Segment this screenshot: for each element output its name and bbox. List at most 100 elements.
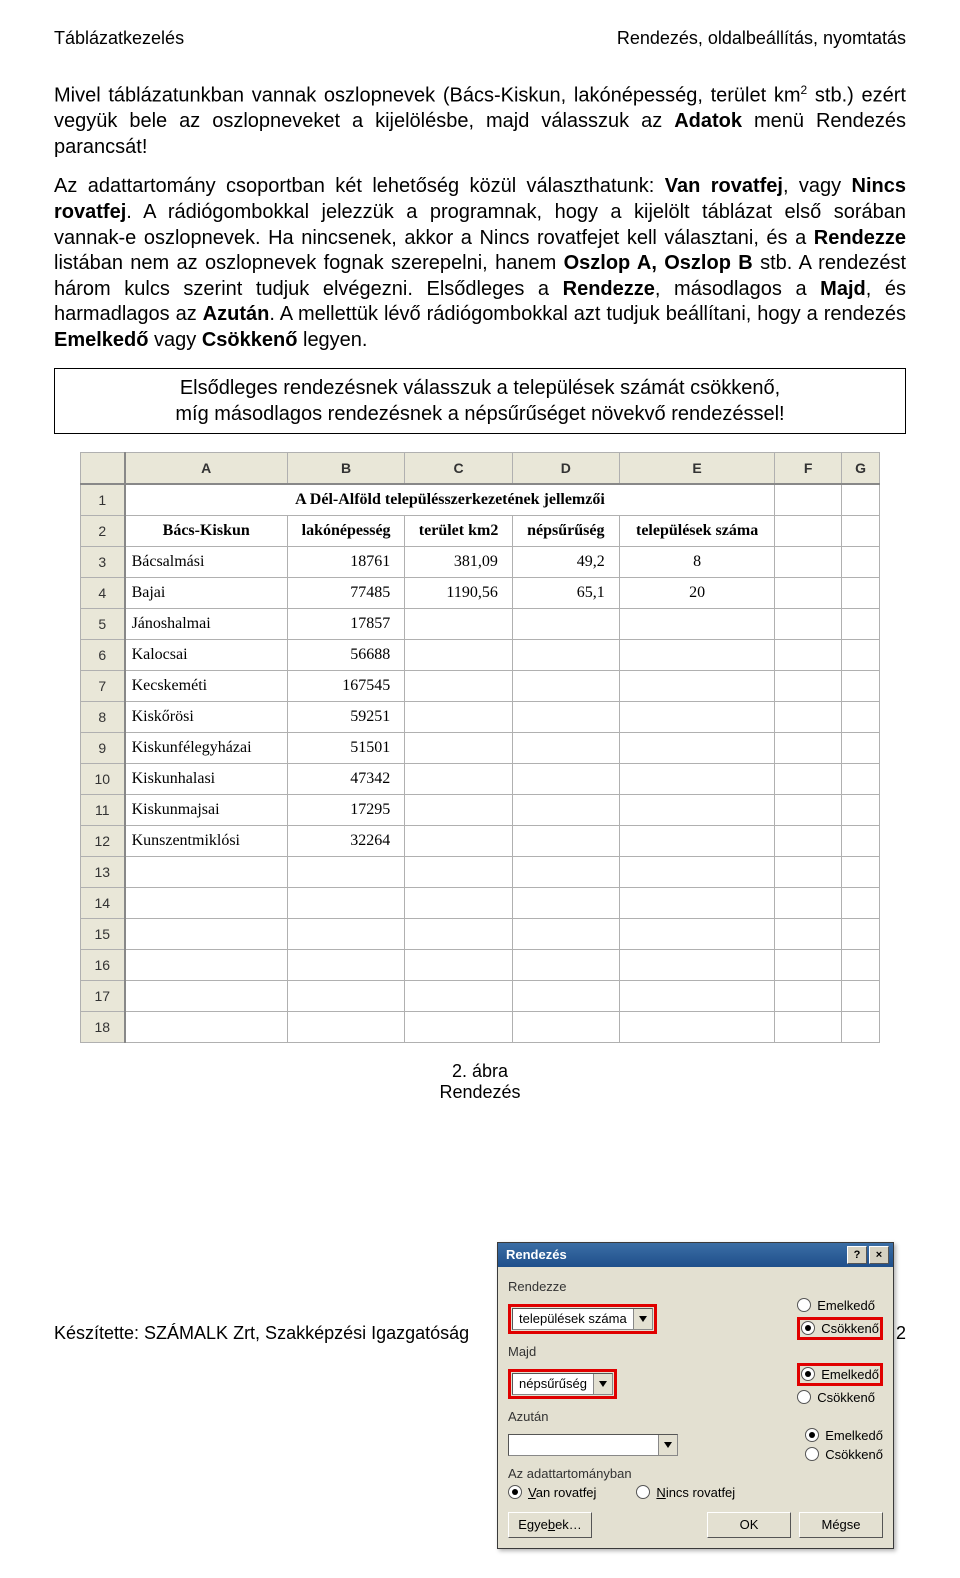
cell-name[interactable]: Bajai [125, 577, 288, 608]
cell-dens[interactable] [512, 670, 619, 701]
cell-area[interactable]: 381,09 [405, 546, 513, 577]
cell[interactable] [775, 577, 842, 608]
cell-name[interactable]: Kecskeméti [125, 670, 288, 701]
cell-cnt[interactable] [619, 639, 775, 670]
radio-r1-csokkeno[interactable]: Csökkenő [801, 1321, 879, 1336]
chevron-down-icon[interactable] [593, 1374, 612, 1394]
cell[interactable] [775, 980, 842, 1011]
cell[interactable] [619, 980, 775, 1011]
cell-area[interactable] [405, 670, 513, 701]
cell-dens[interactable]: 49,2 [512, 546, 619, 577]
colhdr-B[interactable]: B [287, 452, 404, 484]
cell[interactable] [775, 825, 842, 856]
radio-r2-emelkedo[interactable]: Emelkedő [801, 1367, 879, 1382]
header-cell[interactable]: települések száma [619, 515, 775, 546]
cell-name[interactable]: Kiskőrösi [125, 701, 288, 732]
cell[interactable] [775, 515, 842, 546]
cell-pop[interactable]: 77485 [287, 577, 404, 608]
cell[interactable] [775, 763, 842, 794]
cell[interactable] [287, 949, 404, 980]
colhdr-E[interactable]: E [619, 452, 775, 484]
cell-name[interactable]: Kiskunhalasi [125, 763, 288, 794]
cell-area[interactable] [405, 763, 513, 794]
rowhdr[interactable]: 18 [81, 1011, 125, 1042]
rowhdr[interactable]: 13 [81, 856, 125, 887]
cell[interactable] [842, 701, 880, 732]
cell[interactable] [775, 732, 842, 763]
cell[interactable] [512, 856, 619, 887]
close-button[interactable]: × [869, 1246, 889, 1264]
dialog-titlebar[interactable]: Rendezés ? × [498, 1243, 893, 1267]
cell[interactable] [405, 1011, 513, 1042]
rowhdr[interactable]: 4 [81, 577, 125, 608]
cell[interactable] [619, 918, 775, 949]
options-button[interactable]: Egyebek… [508, 1512, 592, 1538]
cell[interactable] [125, 918, 288, 949]
cell[interactable] [405, 856, 513, 887]
rowhdr-2[interactable]: 2 [81, 515, 125, 546]
cell[interactable] [842, 763, 880, 794]
cell-dens[interactable] [512, 825, 619, 856]
cell[interactable] [842, 546, 880, 577]
cell-pop[interactable]: 17295 [287, 794, 404, 825]
cell-pop[interactable]: 32264 [287, 825, 404, 856]
sheet-title[interactable]: A Dél-Alföld településszerkezetének jell… [125, 484, 775, 516]
rowhdr[interactable]: 7 [81, 670, 125, 701]
cell[interactable] [842, 949, 880, 980]
cell-dens[interactable] [512, 763, 619, 794]
rowhdr[interactable]: 3 [81, 546, 125, 577]
cell-dens[interactable] [512, 701, 619, 732]
cell[interactable] [842, 732, 880, 763]
rowhdr-1[interactable]: 1 [81, 484, 125, 516]
cell[interactable] [842, 484, 880, 516]
cell-cnt[interactable]: 8 [619, 546, 775, 577]
radio-r1-emelkedo[interactable]: Emelkedő [797, 1298, 883, 1313]
cell[interactable] [775, 546, 842, 577]
cell[interactable] [512, 918, 619, 949]
cancel-button[interactable]: Mégse [799, 1512, 883, 1538]
cell[interactable] [842, 794, 880, 825]
cell[interactable] [775, 856, 842, 887]
dropdown-rendezze[interactable]: települések száma [512, 1308, 653, 1330]
cell[interactable] [125, 856, 288, 887]
cell-area[interactable] [405, 639, 513, 670]
cell-cnt[interactable] [619, 701, 775, 732]
cell-name[interactable]: Kunszentmiklósi [125, 825, 288, 856]
cell[interactable] [775, 701, 842, 732]
cell-dens[interactable] [512, 639, 619, 670]
cell[interactable] [775, 887, 842, 918]
cell-pop[interactable]: 59251 [287, 701, 404, 732]
cell-name[interactable]: Kiskunmajsai [125, 794, 288, 825]
cell[interactable] [405, 918, 513, 949]
cell-area[interactable]: 1190,56 [405, 577, 513, 608]
header-cell[interactable]: népsűrűség [512, 515, 619, 546]
cell-dens[interactable] [512, 794, 619, 825]
cell[interactable] [619, 887, 775, 918]
cell-pop[interactable]: 18761 [287, 546, 404, 577]
cell[interactable] [842, 825, 880, 856]
dropdown-majd[interactable]: népsűrűség [512, 1373, 613, 1395]
cell[interactable] [125, 949, 288, 980]
cell-area[interactable] [405, 608, 513, 639]
cell[interactable] [842, 608, 880, 639]
rowhdr[interactable]: 10 [81, 763, 125, 794]
ok-button[interactable]: OK [707, 1512, 791, 1538]
cell[interactable] [125, 980, 288, 1011]
chevron-down-icon[interactable] [633, 1309, 652, 1329]
cell-dens[interactable] [512, 608, 619, 639]
cell[interactable] [775, 484, 842, 516]
radio-nincs-rovatfej[interactable]: Nincs rovatfej [636, 1485, 735, 1500]
cell[interactable] [287, 980, 404, 1011]
cell-name[interactable]: Kalocsai [125, 639, 288, 670]
header-cell[interactable]: Bács-Kiskun [125, 515, 288, 546]
cell[interactable] [287, 887, 404, 918]
cell-cnt[interactable] [619, 794, 775, 825]
colhdr-A[interactable]: A [125, 452, 288, 484]
cell[interactable] [775, 608, 842, 639]
cell-cnt[interactable] [619, 825, 775, 856]
cell[interactable] [842, 887, 880, 918]
cell-cnt[interactable] [619, 670, 775, 701]
cell[interactable] [842, 918, 880, 949]
rowhdr[interactable]: 17 [81, 980, 125, 1011]
cell[interactable] [775, 670, 842, 701]
